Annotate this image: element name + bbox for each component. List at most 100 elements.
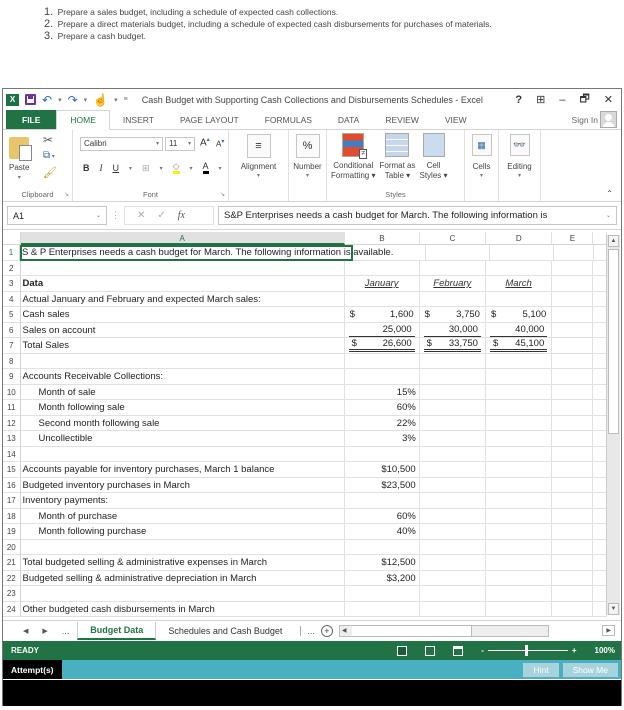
cell-styles-button[interactable]: Cell Styles ▾	[420, 133, 448, 181]
cell-c5[interactable]: $3,750	[419, 307, 486, 323]
cell-c21[interactable]	[419, 555, 486, 571]
cell-c16[interactable]	[419, 477, 486, 493]
tab-insert[interactable]: INSERT	[110, 110, 167, 129]
cell-b9[interactable]	[344, 369, 420, 385]
cell-c10[interactable]	[419, 384, 487, 400]
cell-e23[interactable]	[552, 586, 594, 602]
cell-d15[interactable]	[485, 462, 553, 478]
cell-e15[interactable]	[552, 462, 594, 478]
cell-e21[interactable]	[552, 555, 594, 571]
cell-c14[interactable]	[419, 446, 486, 462]
hint-button[interactable]: Hint	[523, 662, 559, 677]
close-icon[interactable]: ✕	[604, 93, 613, 106]
cell-a6[interactable]: Sales on account	[20, 322, 345, 338]
zoom-slider-knob[interactable]	[524, 645, 528, 656]
cell-c12[interactable]	[419, 415, 487, 431]
normal-view-icon[interactable]	[397, 645, 408, 656]
cell-c3[interactable]: February	[419, 276, 486, 292]
scroll-left-icon[interactable]: ◀	[342, 626, 347, 636]
editing-button[interactable]: 👓 Editing ▾	[499, 130, 541, 201]
cell-d6[interactable]: 40,000	[485, 322, 553, 338]
scroll-right-icon[interactable]: ▶	[602, 625, 615, 636]
undo-icon[interactable]: ↶	[42, 94, 52, 106]
borders-icon[interactable]: ⊞	[142, 163, 150, 174]
cell-d5[interactable]: $5,100	[485, 307, 553, 323]
cell-a23[interactable]	[20, 586, 345, 602]
undo-dropdown-icon[interactable]: ▾	[58, 96, 62, 104]
cell-b2[interactable]	[344, 260, 420, 276]
cell-e6[interactable]	[552, 322, 594, 338]
tab-data[interactable]: DATA	[325, 110, 372, 129]
insert-function-icon[interactable]: fx	[178, 210, 185, 221]
cell-b7[interactable]: $26,600	[344, 338, 420, 354]
cell-c7[interactable]: $33,750	[419, 338, 486, 354]
cell-b18[interactable]: 60%	[344, 508, 420, 524]
minimize-icon[interactable]: –	[559, 94, 565, 106]
cell-d8[interactable]	[485, 353, 553, 369]
cell-b17[interactable]	[344, 493, 420, 509]
expand-formula-icon[interactable]: ⌄	[606, 212, 611, 219]
cell-c19[interactable]	[419, 524, 487, 540]
horizontal-scrollbar[interactable]: ◀	[338, 624, 549, 637]
cell-e24[interactable]	[552, 601, 594, 617]
cell-c2[interactable]	[419, 260, 486, 276]
more-sheets-left[interactable]: ...	[62, 626, 70, 636]
tab-formulas[interactable]: FORMULAS	[252, 110, 325, 129]
cell-e4[interactable]	[552, 291, 594, 307]
cell-a17[interactable]: Inventory payments:	[20, 493, 345, 509]
cell-d13[interactable]	[486, 431, 553, 447]
cell-e7[interactable]	[552, 338, 594, 354]
row-header[interactable]: 1	[3, 245, 20, 261]
cell-d9[interactable]	[485, 369, 553, 385]
cell-e8[interactable]	[552, 353, 594, 369]
cell-b20[interactable]	[344, 539, 420, 555]
zoom-level[interactable]: 100%	[595, 646, 615, 655]
font-color-icon[interactable]: A	[202, 162, 209, 174]
cell-d14[interactable]	[485, 446, 553, 462]
save-icon[interactable]	[25, 94, 36, 105]
row-header[interactable]: 10	[3, 384, 21, 400]
cell-d12[interactable]	[486, 415, 553, 431]
scroll-up-icon[interactable]: ▲	[608, 235, 619, 247]
cell-e16[interactable]	[552, 477, 594, 493]
row-header[interactable]: 14	[3, 446, 21, 462]
cell-e9[interactable]	[552, 369, 594, 385]
number-button[interactable]: % Number ▾	[289, 130, 327, 201]
cell-a3[interactable]: Data	[20, 276, 345, 292]
page-break-view-icon[interactable]	[453, 645, 464, 656]
cell-a21[interactable]: Total budgeted selling & administrative …	[20, 555, 345, 571]
cell-e20[interactable]	[552, 539, 594, 555]
cell-e13[interactable]	[552, 431, 594, 447]
next-sheet-icon[interactable]: ▶	[42, 627, 47, 635]
select-all-button[interactable]	[3, 232, 21, 245]
cell-c13[interactable]	[419, 431, 487, 447]
row-header[interactable]: 21	[3, 555, 21, 571]
cell-b4[interactable]	[344, 291, 420, 307]
row-header[interactable]: 6	[3, 322, 21, 338]
row-header[interactable]: 23	[3, 586, 21, 602]
cell-b12[interactable]: 22%	[344, 415, 420, 431]
help-icon[interactable]: ?	[515, 94, 522, 106]
row-header[interactable]: 24	[3, 601, 21, 617]
column-header-d[interactable]: D	[486, 232, 553, 245]
font-launcher-icon[interactable]: ↘	[220, 191, 225, 198]
cell-d3[interactable]: March	[485, 276, 553, 292]
cell-d22[interactable]	[485, 570, 553, 586]
zoom-slider[interactable]: - +	[481, 645, 577, 656]
tab-file[interactable]: FILE	[6, 110, 57, 129]
cell-a5[interactable]: Cash sales	[20, 307, 345, 323]
cell-b3[interactable]: January	[344, 276, 420, 292]
cell-a14[interactable]	[20, 446, 345, 462]
formula-input[interactable]: S&P Enterprises needs a cash budget for …	[218, 206, 617, 225]
row-header[interactable]: 15	[3, 462, 21, 478]
sheet-tab-budget-data[interactable]: Budget Data	[77, 621, 157, 640]
row-header[interactable]: 7	[3, 338, 21, 354]
cell-c17[interactable]	[419, 493, 486, 509]
cell-c4[interactable]	[419, 291, 486, 307]
cell-b10[interactable]: 15%	[344, 384, 420, 400]
cell-a2[interactable]	[20, 260, 345, 276]
cell-b6[interactable]: 25,000	[344, 322, 420, 338]
row-header[interactable]: 11	[3, 400, 21, 416]
cell-b5[interactable]: $1,600	[344, 307, 420, 323]
collapse-ribbon-icon[interactable]: ⌃	[606, 189, 613, 198]
